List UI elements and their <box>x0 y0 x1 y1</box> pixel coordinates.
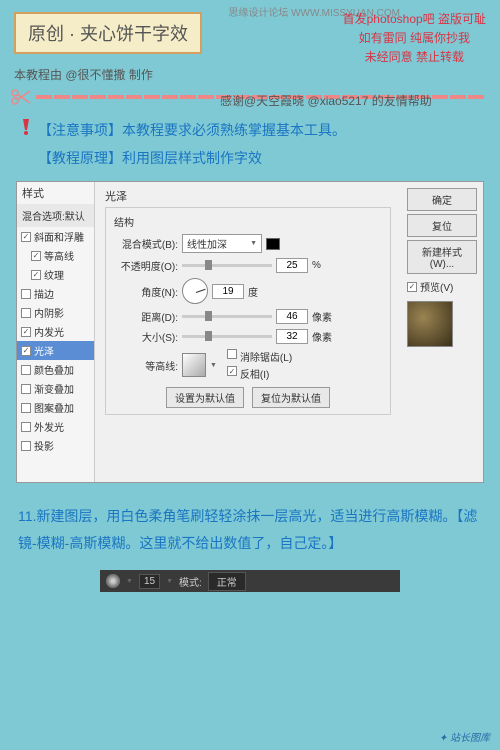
panel-title: 光泽 <box>105 188 391 204</box>
opacity-unit: % <box>312 260 321 271</box>
style-color-overlay[interactable]: 颜色叠加 <box>17 360 94 379</box>
set-default-button[interactable]: 设置为默认值 <box>166 387 244 408</box>
footer-logo: ✦ 站长图库 <box>439 729 490 744</box>
blend-mode-select[interactable]: 线性加深▼ <box>182 234 262 253</box>
opacity-slider[interactable] <box>182 264 272 267</box>
notes-section: 【注意事项】本教程要求必须熟练掌握基本工具。 【教程原理】利用图层样式制作字效 <box>0 107 500 177</box>
brush-preview-icon[interactable] <box>106 574 120 588</box>
size-unit: 像素 <box>312 329 332 344</box>
chevron-down-icon[interactable]: ▼ <box>210 362 217 369</box>
antialias-checkbox[interactable] <box>227 349 237 359</box>
preview-label: 预览(V) <box>420 279 453 294</box>
angle-label: 角度(N): <box>114 284 178 299</box>
step-instruction: 11.新建图层，用白色柔角笔刷轻轻涂抹一层高光，适当进行高斯模糊。【滤镜-模糊-… <box>0 487 500 564</box>
distance-row: 距离(D): 像素 <box>114 309 382 324</box>
distance-unit: 像素 <box>312 309 332 324</box>
checkbox-icon[interactable]: ✓ <box>21 232 31 242</box>
brush-size-input[interactable]: 15 <box>139 574 160 589</box>
checkbox-icon[interactable]: ✓ <box>31 251 41 261</box>
style-satin[interactable]: ✓光泽 <box>17 341 94 360</box>
satin-settings-panel: 光泽 结构 混合模式(B): 线性加深▼ 不透明度(O): % 角度(N): 度 <box>95 182 401 482</box>
angle-unit: 度 <box>248 284 258 299</box>
invert-checkbox[interactable]: ✓ <box>227 366 237 376</box>
checkbox-icon[interactable] <box>21 422 31 432</box>
cancel-button[interactable]: 复位 <box>407 214 477 237</box>
blend-mode-row: 混合模式(B): 线性加深▼ <box>114 234 382 253</box>
copyright-line3: 未经同意 禁止转载 <box>343 48 486 67</box>
copyright-line1: 首发photoshop吧 盗版可耻 <box>343 10 486 29</box>
contour-picker[interactable] <box>182 353 206 377</box>
opacity-input[interactable] <box>276 258 308 273</box>
style-inner-glow[interactable]: ✓内发光 <box>17 322 94 341</box>
angle-dial[interactable] <box>182 278 208 304</box>
style-gradient-overlay[interactable]: 渐变叠加 <box>17 379 94 398</box>
note-attention: 【注意事项】本教程要求必须熟练掌握基本工具。 <box>38 122 346 138</box>
mode-select[interactable]: 正常 <box>208 572 246 591</box>
brush-options-bar: ▼ 15 ▼ 模式: 正常 <box>100 570 400 592</box>
copyright-notice: 首发photoshop吧 盗版可耻 如有雷同 纯属你抄我 未经同意 禁止转载 <box>343 10 486 68</box>
size-slider[interactable] <box>182 335 272 338</box>
preview-checkbox[interactable]: ✓ <box>407 282 417 292</box>
style-drop-shadow[interactable]: 投影 <box>17 436 94 455</box>
preview-swatch <box>407 301 453 347</box>
chevron-down-icon[interactable]: ▼ <box>166 578 173 585</box>
style-bevel[interactable]: ✓斜面和浮雕 <box>17 227 94 246</box>
dialog-right-panel: 确定 复位 新建样式(W)... ✓预览(V) <box>401 182 483 482</box>
style-texture[interactable]: ✓纹理 <box>17 265 94 284</box>
angle-input[interactable] <box>212 284 244 299</box>
size-row: 大小(S): 像素 <box>114 329 382 344</box>
new-style-button[interactable]: 新建样式(W)... <box>407 240 477 274</box>
style-list-panel: 样式 混合选项:默认 ✓斜面和浮雕 ✓等高线 ✓纹理 描边 内阴影 ✓内发光 ✓… <box>17 182 95 482</box>
layer-style-dialog: 样式 混合选项:默认 ✓斜面和浮雕 ✓等高线 ✓纹理 描边 内阴影 ✓内发光 ✓… <box>16 181 484 483</box>
antialias-label: 消除锯齿(L) <box>240 349 292 364</box>
distance-slider[interactable] <box>182 315 272 318</box>
opacity-row: 不透明度(O): % <box>114 258 382 273</box>
thanks-text: 感谢@天空霞晓 @xiao5217 的友情帮助 <box>220 92 432 109</box>
style-pattern-overlay[interactable]: 图案叠加 <box>17 398 94 417</box>
style-outer-glow[interactable]: 外发光 <box>17 417 94 436</box>
contour-row: 等高线: ▼ 消除锯齿(L) ✓反相(I) <box>114 349 382 381</box>
blend-mode-label: 混合模式(B): <box>114 236 178 251</box>
structure-label: 结构 <box>114 214 382 229</box>
chevron-down-icon: ▼ <box>250 240 257 247</box>
style-contour[interactable]: ✓等高线 <box>17 246 94 265</box>
opacity-label: 不透明度(O): <box>114 258 178 273</box>
structure-fieldset: 结构 混合模式(B): 线性加深▼ 不透明度(O): % 角度(N): 度 距离… <box>105 207 391 415</box>
contour-label: 等高线: <box>114 358 178 373</box>
distance-input[interactable] <box>276 309 308 324</box>
chevron-down-icon[interactable]: ▼ <box>126 578 133 585</box>
checkbox-icon[interactable]: ✓ <box>21 346 31 356</box>
size-input[interactable] <box>276 329 308 344</box>
checkbox-icon[interactable] <box>21 365 31 375</box>
checkbox-icon[interactable] <box>21 308 31 318</box>
ok-button[interactable]: 确定 <box>407 188 477 211</box>
size-label: 大小(S): <box>114 329 178 344</box>
exclamation-icon <box>18 118 38 145</box>
style-inner-shadow[interactable]: 内阴影 <box>17 303 94 322</box>
default-buttons-row: 设置为默认值 复位为默认值 <box>114 387 382 408</box>
checkbox-icon[interactable] <box>21 384 31 394</box>
scissors-icon <box>10 89 34 105</box>
style-stroke[interactable]: 描边 <box>17 284 94 303</box>
angle-row: 角度(N): 度 <box>114 278 382 304</box>
preview-toggle[interactable]: ✓预览(V) <box>407 279 477 294</box>
checkbox-icon[interactable] <box>21 289 31 299</box>
color-swatch[interactable] <box>266 238 280 250</box>
checkbox-icon[interactable] <box>21 403 31 413</box>
checkbox-icon[interactable] <box>21 441 31 451</box>
note-principle: 【教程原理】利用图层样式制作字效 <box>38 150 262 166</box>
checkbox-icon[interactable]: ✓ <box>21 327 31 337</box>
checkbox-icon[interactable]: ✓ <box>31 270 41 280</box>
mode-label: 模式: <box>179 574 202 589</box>
copyright-line2: 如有雷同 纯属你抄我 <box>343 29 486 48</box>
blend-options-default[interactable]: 混合选项:默认 <box>17 204 94 227</box>
distance-label: 距离(D): <box>114 309 178 324</box>
invert-label: 反相(I) <box>240 366 269 381</box>
reset-default-button[interactable]: 复位为默认值 <box>252 387 330 408</box>
styles-header: 样式 <box>17 182 94 204</box>
page-title: 原创 · 夹心饼干字效 <box>14 12 202 54</box>
